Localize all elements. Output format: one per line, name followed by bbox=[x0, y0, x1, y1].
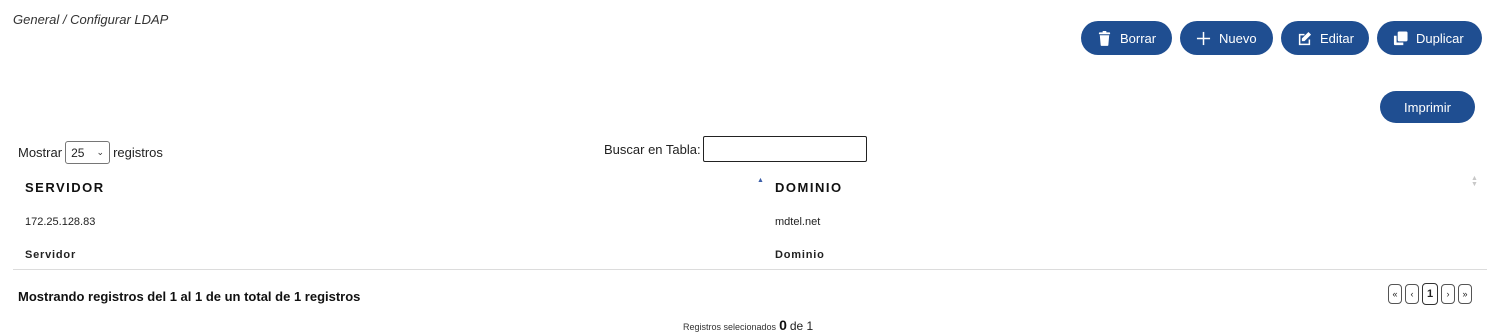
edit-button[interactable]: Editar bbox=[1281, 21, 1369, 55]
delete-button-label: Borrar bbox=[1120, 30, 1157, 46]
column-header-servidor[interactable]: SERVIDOR bbox=[25, 180, 105, 195]
column-footer-dominio: Dominio bbox=[775, 249, 825, 261]
duplicate-button[interactable]: Duplicar bbox=[1377, 21, 1482, 55]
toolbar: Borrar Nuevo Editar Duplicar bbox=[1081, 21, 1482, 55]
previous-page-button[interactable]: ‹ bbox=[1405, 284, 1419, 304]
plus-icon bbox=[1196, 31, 1211, 45]
page-length-suffix: registros bbox=[113, 145, 163, 160]
next-page-button[interactable]: › bbox=[1441, 284, 1455, 304]
edit-icon bbox=[1298, 31, 1312, 45]
print-button[interactable]: Imprimir bbox=[1380, 91, 1475, 123]
selection-count: 0 bbox=[779, 317, 787, 333]
last-page-button[interactable]: » bbox=[1458, 284, 1472, 304]
selection-label: Registros selecionados bbox=[683, 322, 777, 332]
sort-both-icon[interactable]: ▲ ▼ bbox=[1471, 175, 1478, 188]
table-search: Buscar en Tabla: bbox=[604, 136, 867, 162]
selection-info: Registros selecionados 0 de 1 bbox=[683, 317, 813, 333]
edit-button-label: Editar bbox=[1320, 30, 1354, 46]
page-length-value: 25 bbox=[71, 145, 85, 160]
duplicate-icon bbox=[1393, 30, 1408, 45]
first-page-button[interactable]: « bbox=[1388, 284, 1402, 304]
chevron-down-icon: ⌄ bbox=[96, 147, 105, 157]
column-footer-servidor: Servidor bbox=[25, 249, 77, 261]
trash-icon bbox=[1098, 30, 1111, 46]
page-length-prefix: Mostrar bbox=[18, 145, 63, 160]
table-divider bbox=[13, 269, 1487, 270]
page-length-control: Mostrar 25 ⌄ registros bbox=[18, 141, 163, 164]
current-page-button[interactable]: 1 bbox=[1422, 283, 1438, 305]
new-button[interactable]: Nuevo bbox=[1180, 21, 1273, 55]
table-info: Mostrando registros del 1 al 1 de un tot… bbox=[18, 289, 361, 304]
selection-total: de 1 bbox=[789, 319, 814, 333]
new-button-label: Nuevo bbox=[1219, 30, 1257, 46]
search-input[interactable] bbox=[702, 136, 867, 162]
table-cell-servidor[interactable]: 172.25.128.83 bbox=[25, 216, 95, 228]
table-cell-dominio[interactable]: mdtel.net bbox=[775, 216, 820, 228]
breadcrumb: General / Configurar LDAP bbox=[13, 12, 169, 27]
delete-button[interactable]: Borrar bbox=[1081, 21, 1172, 55]
duplicate-button-label: Duplicar bbox=[1416, 30, 1464, 46]
page-length-select[interactable]: 25 ⌄ bbox=[65, 141, 111, 164]
column-header-dominio[interactable]: DOMINIO bbox=[775, 180, 843, 195]
pagination: « ‹ 1 › » bbox=[1388, 283, 1472, 305]
sort-ascending-icon[interactable]: ▲ bbox=[757, 177, 764, 184]
search-label: Buscar en Tabla: bbox=[604, 141, 701, 157]
